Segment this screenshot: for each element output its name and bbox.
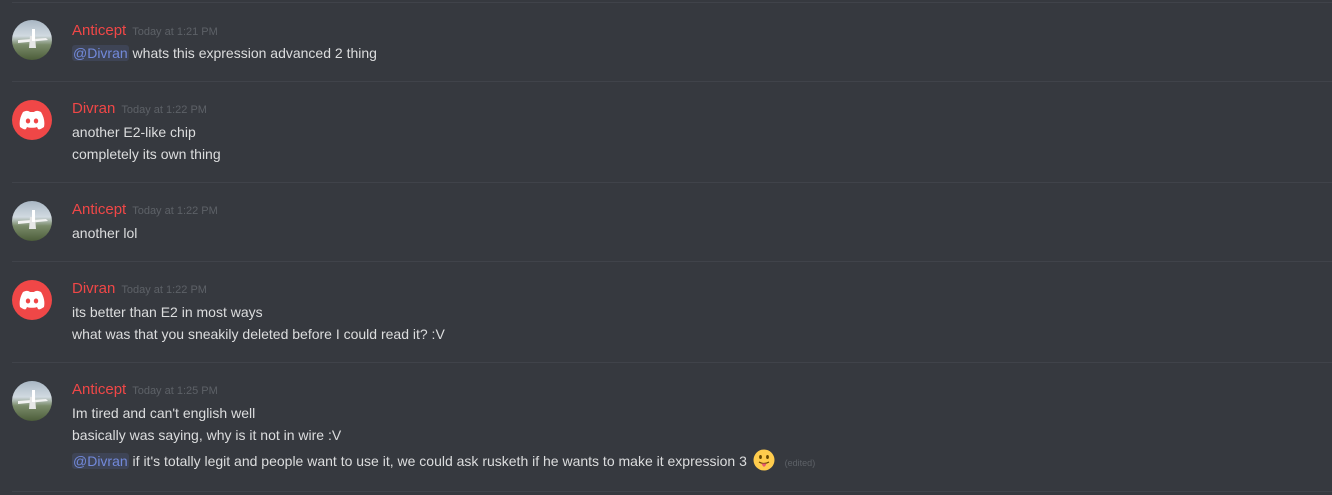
discord-logo-icon bbox=[19, 110, 45, 130]
user-avatar[interactable] bbox=[12, 20, 52, 60]
edited-label: (edited) bbox=[784, 458, 816, 468]
user-mention[interactable]: @Divran bbox=[72, 453, 129, 469]
timestamp: Today at 1:22 PM bbox=[121, 104, 207, 116]
username[interactable]: Divran bbox=[72, 100, 115, 117]
message-line: what was that you sneakily deleted befor… bbox=[72, 326, 445, 342]
timestamp: Today at 1:21 PM bbox=[132, 26, 218, 38]
message-header: Anticept Today at 1:21 PM bbox=[72, 22, 218, 42]
message-header: Anticept Today at 1:25 PM bbox=[72, 381, 218, 401]
airplane-photo-icon bbox=[18, 390, 48, 409]
airplane-photo-icon bbox=[18, 29, 48, 48]
message-divider bbox=[12, 261, 1332, 262]
timestamp: Today at 1:25 PM bbox=[132, 385, 218, 397]
username[interactable]: Anticept bbox=[72, 201, 126, 218]
discord-logo-icon bbox=[19, 290, 45, 310]
message-text: whats this expression advanced 2 thing bbox=[128, 45, 377, 61]
message-line: its better than E2 in most ways bbox=[72, 304, 263, 320]
user-mention[interactable]: @Divran bbox=[72, 45, 129, 61]
message-header: Anticept Today at 1:22 PM bbox=[72, 201, 218, 221]
timestamp: Today at 1:22 PM bbox=[132, 205, 218, 217]
tongue-out-emoji-icon bbox=[753, 449, 775, 471]
airplane-photo-icon bbox=[18, 210, 48, 229]
message-text: if it's totally legit and people want to… bbox=[128, 453, 747, 469]
message-header: Divran Today at 1:22 PM bbox=[72, 100, 207, 120]
user-avatar[interactable] bbox=[12, 201, 52, 241]
message-header: Divran Today at 1:22 PM bbox=[72, 280, 207, 300]
message-divider bbox=[12, 2, 1332, 3]
message-divider bbox=[12, 491, 1332, 492]
message-line: @Divran whats this expression advanced 2… bbox=[72, 43, 377, 63]
username[interactable]: Anticept bbox=[72, 381, 126, 398]
message-line: @Divran if it's totally legit and people… bbox=[72, 449, 815, 473]
message-line: completely its own thing bbox=[72, 146, 221, 162]
user-avatar[interactable] bbox=[12, 280, 52, 320]
message-divider bbox=[12, 362, 1332, 363]
username[interactable]: Divran bbox=[72, 280, 115, 297]
message-line: basically was saying, why is it not in w… bbox=[72, 427, 342, 443]
message-line: another lol bbox=[72, 225, 138, 241]
message-divider bbox=[12, 182, 1332, 183]
message-line: Im tired and can't english well bbox=[72, 405, 256, 421]
timestamp: Today at 1:22 PM bbox=[121, 284, 207, 296]
user-avatar[interactable] bbox=[12, 100, 52, 140]
user-avatar[interactable] bbox=[12, 381, 52, 421]
username[interactable]: Anticept bbox=[72, 22, 126, 39]
message-line: another E2-like chip bbox=[72, 124, 196, 140]
message-divider bbox=[12, 81, 1332, 82]
